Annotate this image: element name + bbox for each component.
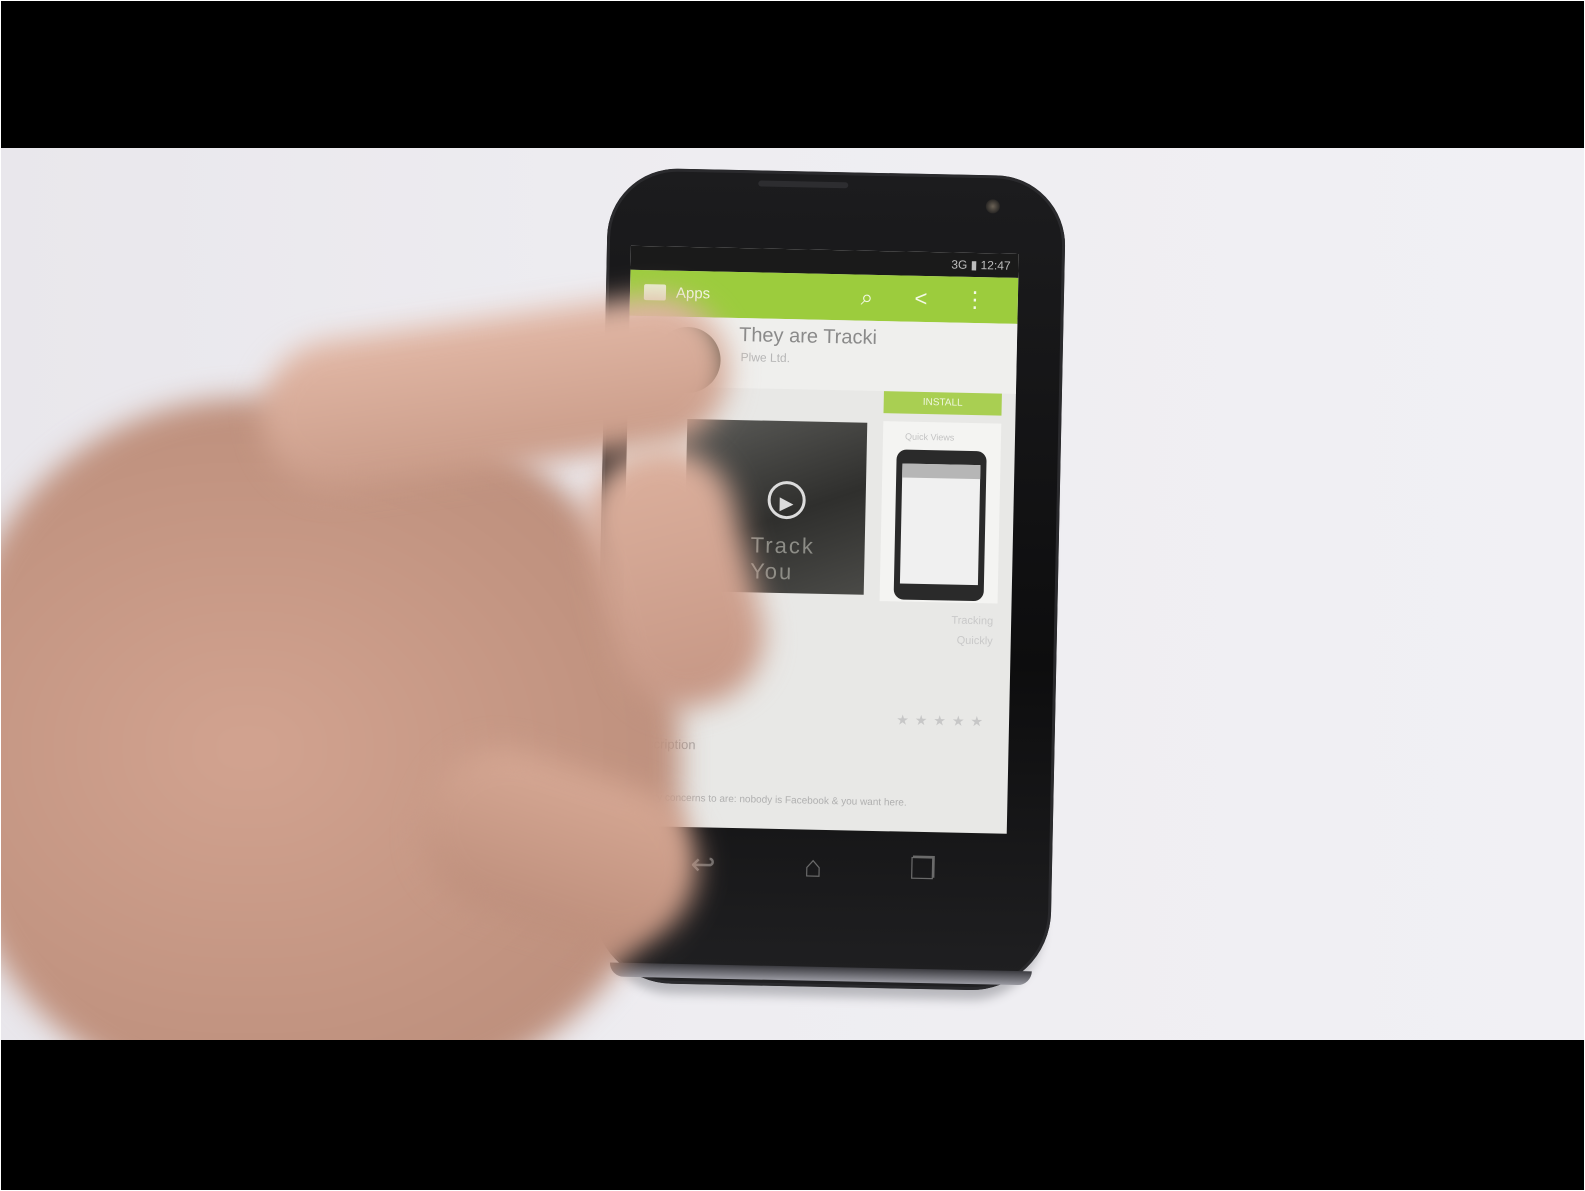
video-frame-border [0, 0, 1585, 1191]
